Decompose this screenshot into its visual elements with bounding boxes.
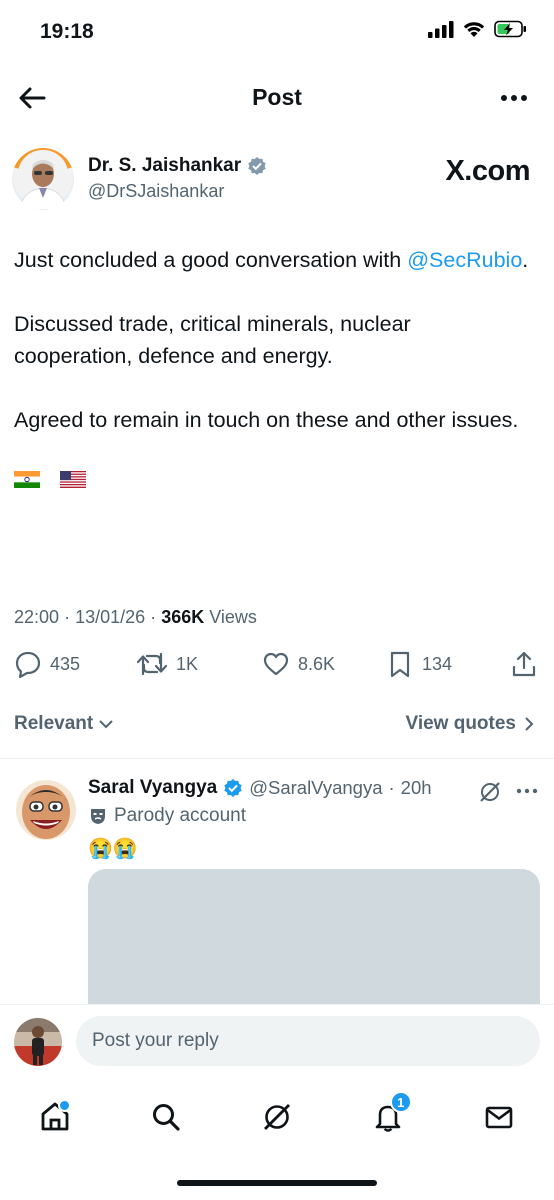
post-date: 13/01/26	[75, 607, 146, 627]
post-text-1: Just concluded a good conversation with	[14, 248, 402, 272]
reply-time: 20h	[400, 777, 432, 798]
tab-messages[interactable]	[479, 1097, 519, 1137]
post-paragraph-3: Agreed to remain in touch on these and o…	[14, 408, 519, 432]
reply-separator: ·	[388, 777, 395, 798]
relevant-label: Relevant	[14, 713, 94, 734]
chevron-right-icon	[525, 717, 534, 731]
reply-count: 435	[50, 653, 81, 674]
parody-label: Parody account	[114, 805, 247, 826]
reply-author-row: Saral Vyangya @SaralVyangya · 20h	[88, 777, 432, 799]
post-meta: 22:00 · 13/01/26 · 366K Views	[14, 607, 257, 628]
like-count: 8.6K	[298, 653, 336, 674]
author-name-row: Dr. S. Jaishankar	[88, 155, 267, 177]
post-body: Just concluded a good conversation with …	[14, 244, 534, 494]
heart-icon	[263, 652, 289, 676]
view-quotes-link[interactable]: View quotes	[405, 713, 536, 735]
flags-row	[14, 462, 534, 494]
repost-button[interactable]: 1K	[136, 650, 198, 678]
parody-label-row: Parody account	[88, 805, 246, 827]
views-count: 366K	[161, 607, 205, 627]
tab-home[interactable]	[35, 1097, 75, 1137]
grok-icon[interactable]	[478, 780, 502, 804]
status-bar: 19:18	[0, 0, 554, 68]
bottom-tab-bar: 1	[0, 1082, 554, 1152]
verified-blue-badge-icon	[224, 779, 242, 797]
post-time: 22:00	[14, 607, 60, 627]
share-icon	[512, 651, 536, 677]
parody-mask-icon	[91, 809, 105, 824]
more-options-icon[interactable]	[498, 82, 530, 114]
chevron-down-icon	[99, 720, 113, 729]
reply-media[interactable]	[88, 869, 540, 1009]
repost-icon	[136, 652, 168, 676]
meta-separator: ·	[150, 607, 157, 627]
verified-grey-badge-icon	[248, 157, 266, 175]
meta-separator: ·	[64, 607, 71, 627]
current-user-avatar[interactable]	[14, 1018, 62, 1066]
reply-more-icon[interactable]	[514, 782, 540, 800]
notifications-badge: 1	[389, 1091, 412, 1113]
reply-author-avatar[interactable]	[16, 780, 76, 840]
page-title: Post	[252, 84, 302, 110]
reply-author-handle[interactable]: @SaralVyangya	[249, 777, 382, 799]
reply-emojis: 😭😭	[88, 838, 138, 860]
wifi-icon	[463, 22, 485, 37]
battery-charging-icon	[494, 20, 526, 38]
sort-relevant-dropdown[interactable]: Relevant	[14, 713, 115, 735]
bookmark-count: 134	[422, 653, 453, 674]
view-quotes-label: View quotes	[405, 713, 516, 734]
post-paragraph-1: Just concluded a good conversation with …	[14, 244, 534, 276]
mail-icon	[485, 1106, 512, 1129]
post-text-1-end: .	[522, 248, 529, 272]
reply-input[interactable]: Post your reply	[76, 1016, 540, 1066]
views-label: Views	[209, 607, 257, 627]
author-name[interactable]: Dr. S. Jaishankar	[88, 155, 241, 177]
status-icons	[428, 20, 528, 38]
tab-search[interactable]	[146, 1097, 186, 1137]
bookmark-icon	[390, 651, 410, 678]
search-icon	[153, 1104, 180, 1131]
post-paragraph-2: Discussed trade, critical minerals, nucl…	[14, 312, 411, 368]
home-indicator	[177, 1180, 377, 1186]
divider	[0, 758, 554, 759]
signal-icon	[428, 21, 454, 38]
like-button[interactable]: 8.6K	[262, 650, 335, 678]
mention-link[interactable]: @SecRubio	[407, 248, 522, 272]
reply-author-name[interactable]: Saral Vyangya	[88, 777, 217, 799]
usa-flag-icon	[59, 470, 86, 488]
share-button[interactable]	[510, 650, 538, 678]
xcom-watermark: X.com	[445, 155, 530, 187]
reply-icon	[15, 651, 41, 678]
author-handle[interactable]: @DrSJaishankar	[88, 181, 224, 202]
status-time: 19:18	[40, 20, 94, 43]
action-bar: 435 1K 8.6K 134	[14, 650, 538, 684]
grok-icon	[263, 1104, 290, 1130]
top-nav: Post	[0, 68, 554, 130]
india-flag-icon	[14, 470, 40, 488]
author-avatar[interactable]	[12, 148, 74, 210]
reply-button[interactable]: 435	[14, 650, 80, 678]
bookmark-button[interactable]: 134	[386, 650, 452, 678]
repost-count: 1K	[176, 653, 199, 674]
tab-notifications[interactable]: 1	[368, 1091, 412, 1137]
tab-grok[interactable]	[257, 1097, 297, 1137]
